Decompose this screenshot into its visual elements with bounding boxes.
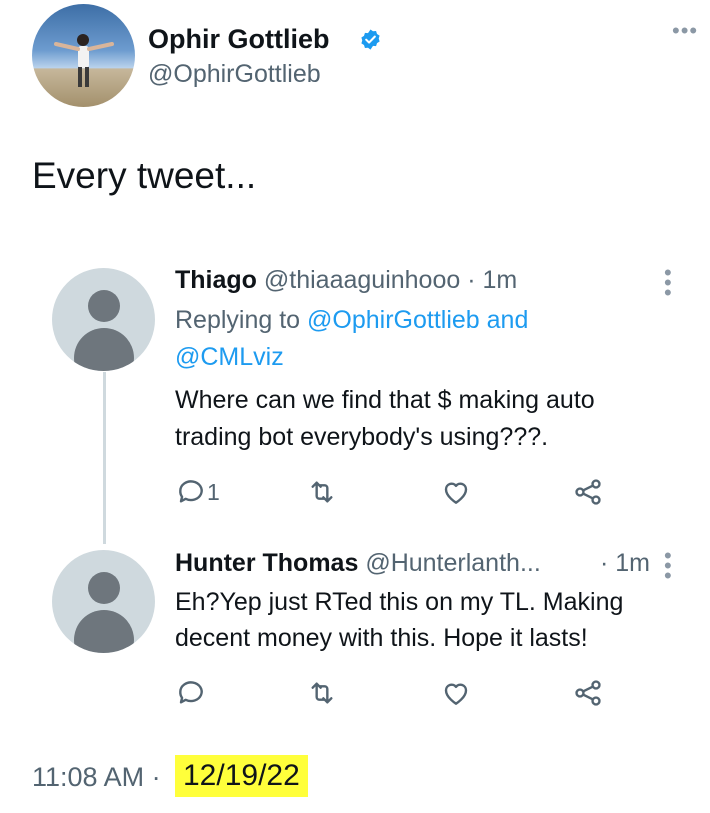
kebab-menu-icon[interactable]: • • • [664,545,672,587]
author-name[interactable]: Ophir Gottlieb [148,24,330,55]
heart-icon [444,683,468,705]
share-button[interactable] [572,476,604,513]
tweet-date[interactable]: 12/19/22 [175,755,308,797]
reply-time-wrap: · 1m [600,549,650,578]
reply-avatar[interactable] [52,550,155,653]
retweet-icon [311,481,333,503]
author-avatar[interactable] [32,4,135,107]
replying-to-cont: @CMLviz [175,343,284,372]
reply-count: 1 [207,478,220,505]
comment-icon [179,681,203,704]
reply-header: Hunter Thomas @Hunterlanth... [175,549,541,578]
comment-icon [179,480,203,503]
reply-header: Thiago @thiaaaguinhooo · 1m [175,266,517,295]
tweet-text: Every tweet... [32,155,257,196]
retweet-icon [311,682,333,704]
mention-link[interactable]: @OphirGottlieb [307,306,480,334]
reply-button[interactable] [175,677,207,714]
replying-to-label: Replying to [175,306,301,334]
mention-link[interactable]: @CMLviz [175,343,284,371]
reply-text-line: trading bot everybody's using???. [175,423,549,451]
share-icon [575,680,601,706]
reply-author-name[interactable]: Thiago [175,266,257,294]
retweet-button[interactable] [306,677,338,714]
reply-button[interactable]: 1 [175,476,220,508]
replying-to: Replying to @OphirGottlieb and [175,306,528,335]
replying-and: and [486,306,529,334]
retweet-button[interactable] [306,476,338,513]
heart-icon [444,482,468,504]
reply-avatar[interactable] [52,268,155,371]
like-button[interactable] [440,677,472,714]
reply-time[interactable]: · 1m [467,266,517,294]
ellipsis-icon[interactable]: ••• [672,20,698,42]
thread-connector [103,372,106,544]
reply-author-name[interactable]: Hunter Thomas [175,549,358,577]
reply-text-line: Eh?Yep just RTed this on my TL. Making [175,588,624,616]
verified-badge-icon [359,28,382,51]
share-button[interactable] [572,677,604,714]
share-icon [575,479,601,505]
like-button[interactable] [440,476,472,513]
author-handle[interactable]: @OphirGottlieb [148,60,321,89]
reply-text-line: decent money with this. Hope it lasts! [175,624,588,652]
tweet-timestamp[interactable]: 11:08 AM · [32,762,161,793]
reply-text-line: Where can we find that $ making auto [175,386,595,414]
reply-author-handle[interactable]: @thiaaaguinhooo [264,266,460,294]
reply-author-handle[interactable]: @Hunterlanth... [365,549,540,577]
reply-time[interactable]: · 1m [600,549,650,577]
kebab-menu-icon[interactable]: • • • [664,262,672,304]
